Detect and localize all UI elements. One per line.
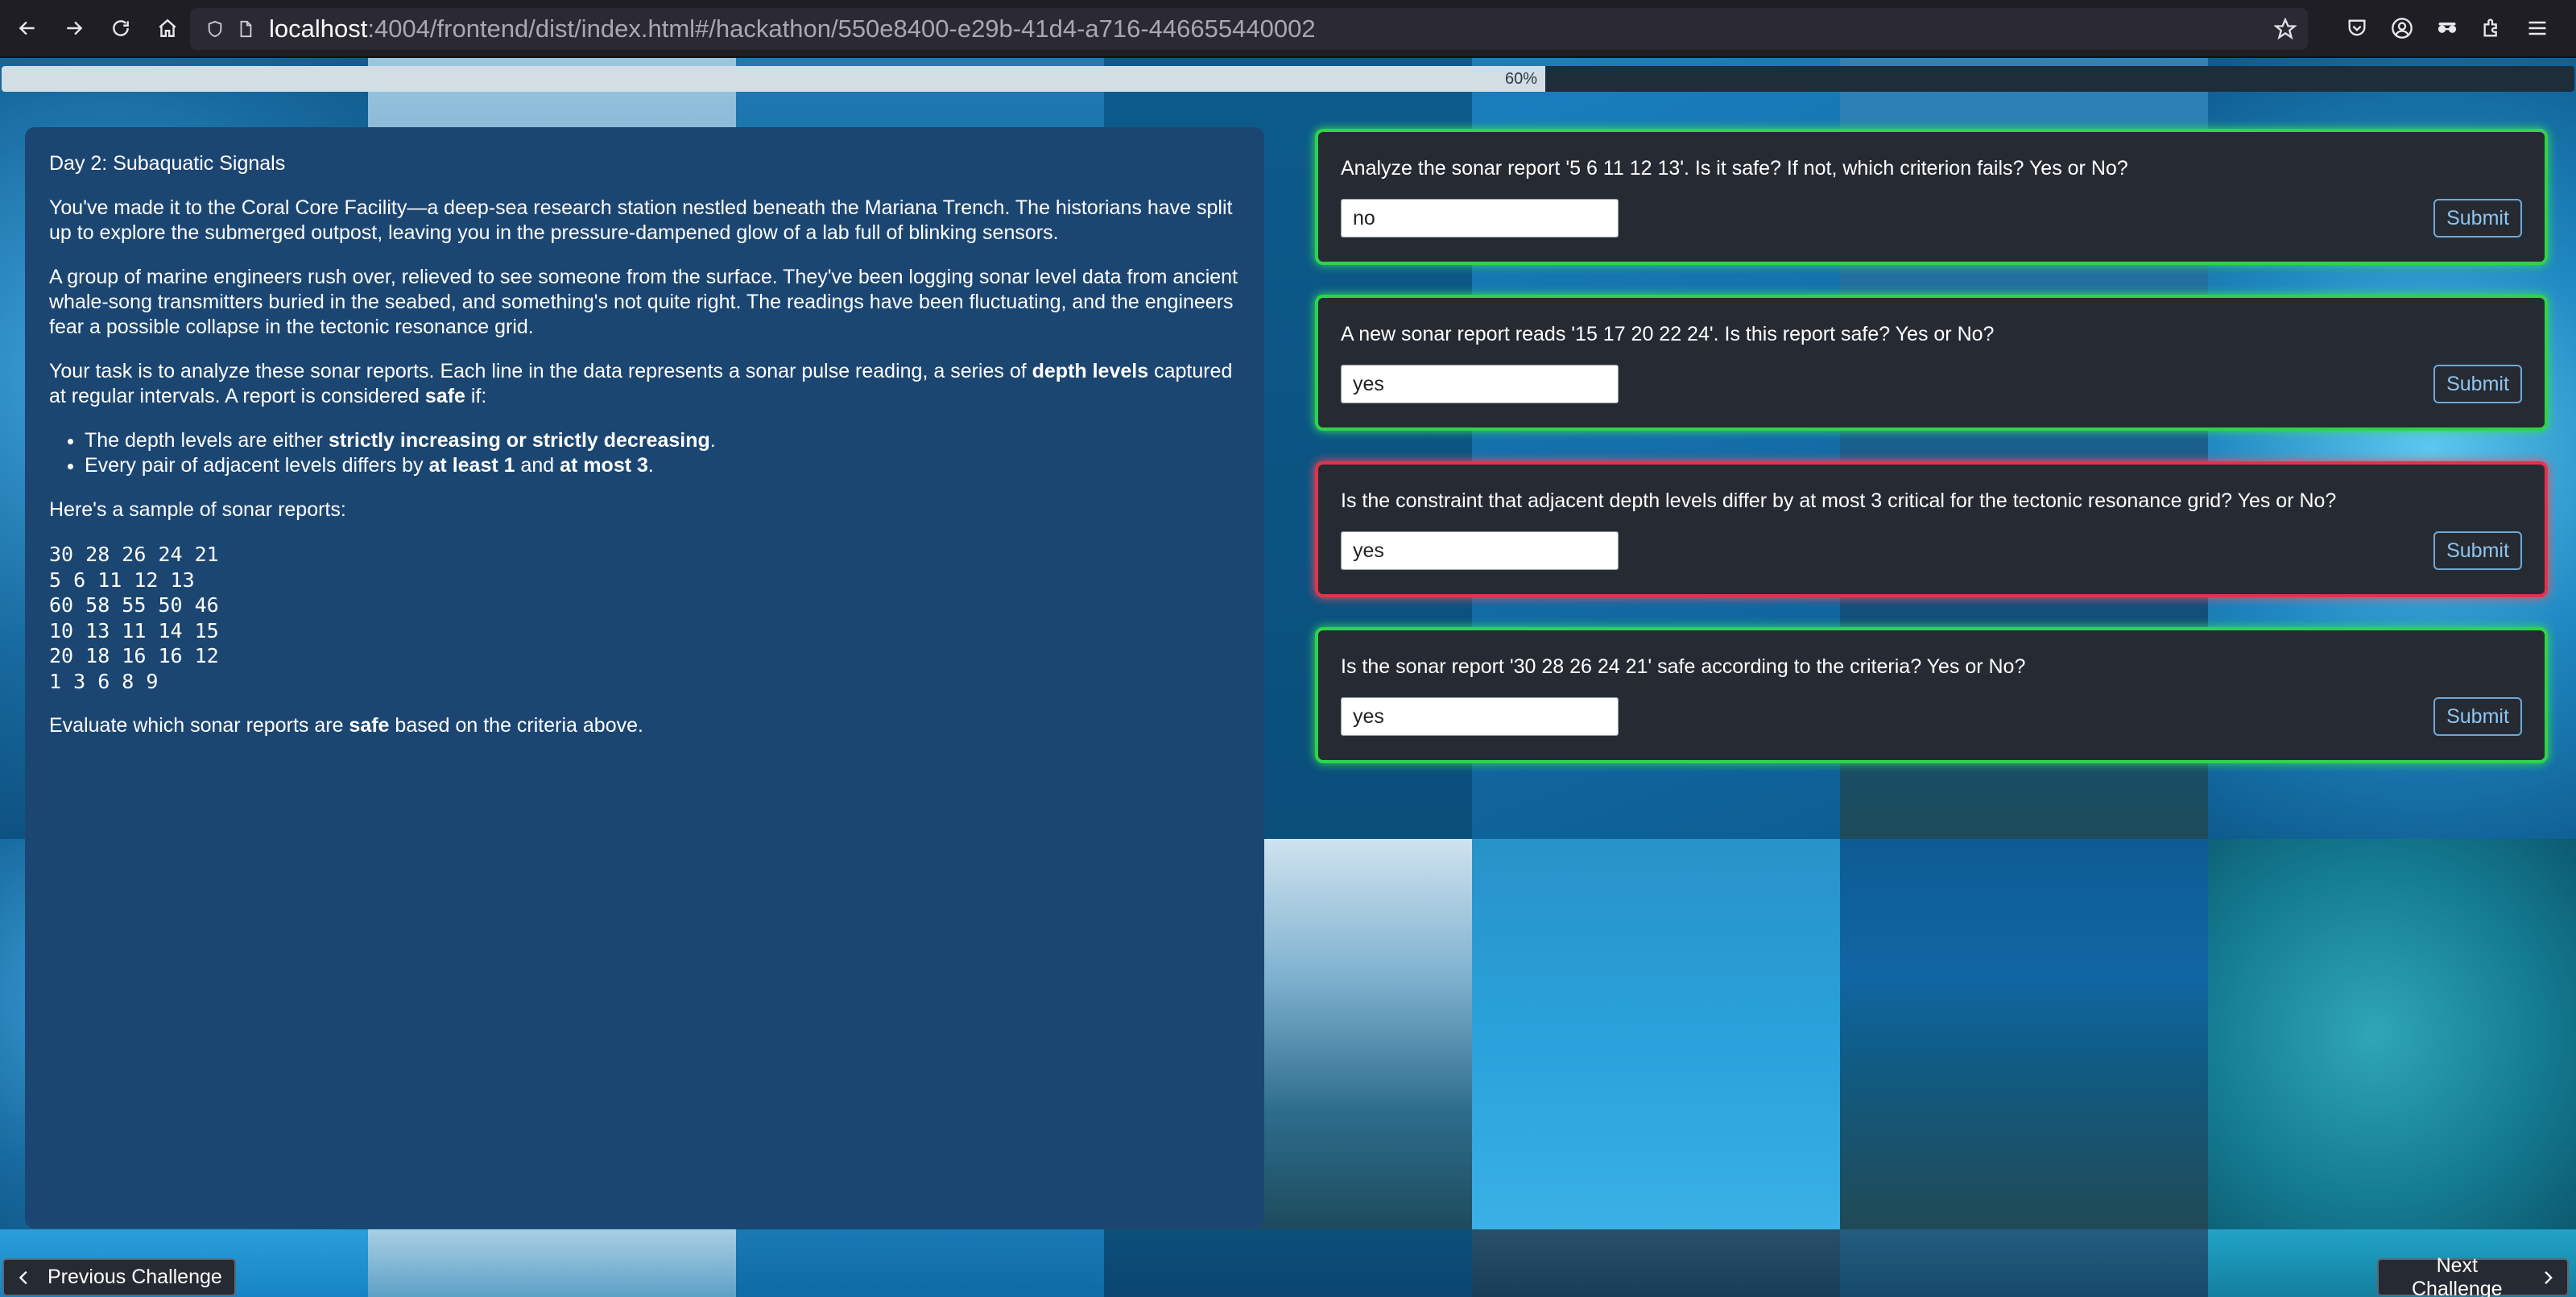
background-tile — [1472, 839, 1840, 1229]
question-card-3: Is the constraint that adjacent depth le… — [1315, 461, 2548, 597]
answer-input[interactable] — [1341, 697, 1619, 736]
criteria-text: . — [709, 429, 716, 452]
intro-paragraph: You've made it to the Coral Core Facilit… — [49, 196, 1233, 244]
criteria-item: Every pair of adjacent levels differs by… — [85, 453, 1240, 478]
challenge-description-panel: Day 2: Subaquatic Signals You've made it… — [25, 127, 1264, 1229]
forward-icon[interactable] — [55, 9, 93, 48]
question-card-4: Is the sonar report '30 28 26 24 21' saf… — [1315, 627, 2548, 763]
progress-bar: 60% — [2, 66, 2574, 92]
criteria-emphasis: at most 3 — [560, 454, 648, 477]
chevron-left-icon — [19, 1270, 27, 1284]
background-tile — [2208, 839, 2576, 1229]
submit-button[interactable]: Submit — [2433, 531, 2522, 570]
question-text: Is the constraint that adjacent depth le… — [1341, 489, 2337, 512]
previous-challenge-button[interactable]: Previous Challenge — [2, 1258, 236, 1296]
background-tile — [368, 1229, 736, 1297]
next-challenge-button[interactable]: Next Challenge — [2377, 1254, 2569, 1297]
final-text: Evaluate which sonar reports are — [49, 714, 349, 737]
progress-fill: 60% — [2, 66, 1545, 92]
question-text: A new sonar report reads '15 17 20 22 24… — [1341, 323, 1995, 345]
bookmark-star-icon[interactable] — [2273, 17, 2297, 40]
sample-line: 30 28 26 24 21 — [49, 543, 219, 566]
home-icon[interactable] — [148, 9, 187, 48]
task-emphasis: depth levels — [1032, 360, 1149, 382]
question-text: Analyze the sonar report '5 6 11 12 13'.… — [1341, 157, 2128, 180]
sample-line: 1 3 6 8 9 — [49, 669, 159, 693]
url-host: localhost — [269, 14, 368, 43]
browser-toolbar: localhost:4004/frontend/dist/index.html#… — [0, 0, 2576, 58]
question-card-1: Analyze the sonar report '5 6 11 12 13'.… — [1315, 129, 2548, 265]
progress-label: 60% — [1504, 69, 1537, 88]
background-tile — [1840, 1229, 2208, 1297]
context-paragraph: A group of marine engineers rush over, r… — [49, 266, 1238, 338]
sample-line: 60 58 55 50 46 — [49, 593, 219, 617]
page-icon[interactable] — [237, 20, 254, 38]
task-paragraph: Your task is to analyze these sonar repo… — [49, 359, 1240, 409]
url-path: :4004/frontend/dist/index.html#/hackatho… — [367, 14, 1316, 43]
address-bar[interactable]: localhost:4004/frontend/dist/index.html#… — [190, 8, 2308, 50]
reload-icon[interactable] — [101, 9, 140, 48]
final-emphasis: safe — [349, 714, 390, 737]
final-text: based on the criteria above. — [389, 714, 643, 737]
menu-icon[interactable] — [2524, 11, 2551, 45]
background-tile — [1104, 1229, 1472, 1297]
challenge-title: Day 2: Subaquatic Signals — [49, 152, 286, 175]
task-text: Your task is to analyze these sonar repo… — [49, 360, 1032, 382]
submit-button[interactable]: Submit — [2433, 697, 2522, 736]
question-card-2: A new sonar report reads '15 17 20 22 24… — [1315, 295, 2548, 431]
answer-input[interactable] — [1341, 199, 1619, 238]
criteria-text: and — [515, 454, 560, 477]
extensions-icon[interactable] — [2479, 11, 2506, 45]
toolbar-icons — [2343, 11, 2551, 45]
answer-input[interactable] — [1341, 365, 1619, 403]
extension-glasses-icon[interactable] — [2433, 11, 2461, 45]
criteria-emphasis: at least 1 — [428, 454, 515, 477]
back-icon[interactable] — [8, 9, 47, 48]
sample-data-block: 30 28 26 24 21 5 6 11 12 13 60 58 55 50 … — [49, 542, 1240, 694]
shield-icon[interactable] — [206, 20, 224, 38]
account-icon[interactable] — [2388, 11, 2416, 45]
criteria-text: . — [647, 454, 654, 477]
background-tile — [1840, 839, 2208, 1229]
criteria-item: The depth levels are either strictly inc… — [85, 428, 1240, 453]
criteria-text: The depth levels are either — [85, 429, 329, 452]
sample-line: 5 6 11 12 13 — [49, 568, 195, 592]
background-tile — [1472, 1229, 1840, 1297]
criteria-text: Every pair of adjacent levels differs by — [85, 454, 429, 477]
question-text: Is the sonar report '30 28 26 24 21' saf… — [1341, 655, 2026, 678]
sample-intro: Here's a sample of sonar reports: — [49, 498, 346, 521]
pocket-icon[interactable] — [2343, 11, 2371, 45]
sample-line: 10 13 11 14 15 — [49, 618, 219, 642]
sample-line: 20 18 16 16 12 — [49, 644, 219, 667]
submit-button[interactable]: Submit — [2433, 199, 2522, 238]
background-tile — [736, 1229, 1104, 1297]
final-instruction: Evaluate which sonar reports are safe ba… — [49, 713, 1240, 738]
task-emphasis: safe — [424, 385, 465, 407]
task-text: if: — [465, 385, 487, 407]
submit-button[interactable]: Submit — [2433, 365, 2522, 403]
next-challenge-label: Next Challenge — [2411, 1254, 2503, 1297]
answer-input[interactable] — [1341, 531, 1619, 570]
chevron-right-icon — [2544, 1270, 2553, 1284]
criteria-emphasis: strictly increasing or strictly decreasi… — [328, 429, 710, 452]
previous-challenge-label: Previous Challenge — [48, 1266, 222, 1288]
criteria-list: The depth levels are either strictly inc… — [85, 428, 1240, 478]
